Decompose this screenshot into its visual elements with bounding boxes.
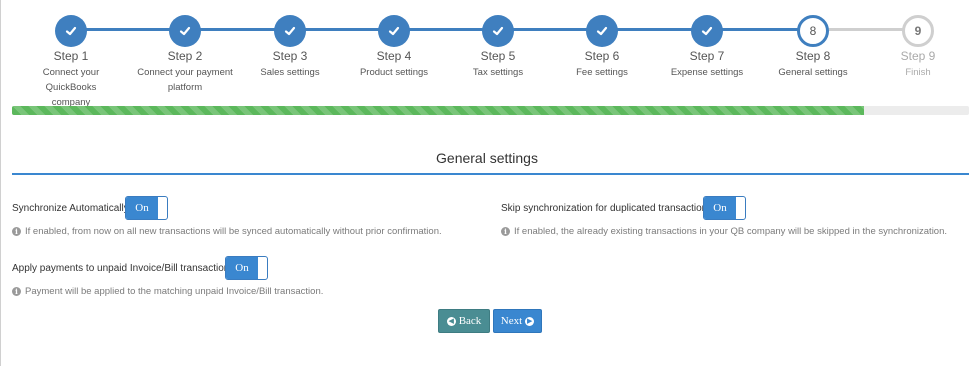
step-subtitle-line1: Expense settings [670,67,744,78]
step-subtitle: Sales settings [237,65,343,80]
step-subtitle: General settings [760,65,866,80]
step-3-check-icon [274,15,306,47]
back-button-label: Back [458,315,482,327]
step-subtitle: Fee settings [549,65,655,80]
step-subtitle-line1: Finish [905,67,931,78]
step-title: Step 1 [53,49,89,63]
wizard-progress-bar [12,106,969,115]
step-1-check-icon [55,15,87,47]
step-8-number: 8 [797,15,829,47]
skip-duplicates-hint: i If enabled, the already existing trans… [501,226,947,237]
next-button-label: Next [500,315,523,327]
step-subtitle-line1: Sales settings [260,67,320,78]
step-title: Step 4 [376,49,412,63]
skip-duplicates-toggle[interactable]: On [703,196,746,220]
hint-text: If enabled, the already existing transac… [514,226,948,237]
sync-auto-toggle[interactable]: On [125,196,168,220]
step-subtitle-line1: Connect your QuickBooks [42,67,100,93]
step-7-check-icon [691,15,723,47]
step-subtitle: Finish [865,65,971,80]
step-5-check-icon [482,15,514,47]
step-4-check-icon [378,15,410,47]
step-subtitle-line1: Tax settings [472,67,524,78]
step-subtitle-line2: platform [167,82,203,93]
step-9-number: 9 [902,15,934,47]
step-2-check-icon [169,15,201,47]
wizard-stepper: Step 1 Connect your QuickBooks company S… [0,0,974,108]
step-title: Step 9 [900,49,936,63]
next-button[interactable]: Next ▶ [493,309,542,333]
hint-text: Payment will be applied to the matching … [25,286,324,297]
info-icon: i [12,287,21,296]
sync-auto-hint: i If enabled, from now on all new transa… [12,226,442,237]
step-title: Step 7 [689,49,725,63]
step-subtitle: Connect your QuickBooks company [18,65,124,110]
step-title: Step 8 [795,49,831,63]
step-subtitle-line1: Product settings [359,67,429,78]
progress-bar-fill [12,106,864,115]
step-subtitle: Product settings [341,65,447,80]
toggle-on-label: On [704,197,736,219]
step-subtitle: Expense settings [654,65,760,80]
apply-payments-hint: i Payment will be applied to the matchin… [12,286,323,297]
arrow-circle-right-icon: ▶ [525,316,535,326]
back-button[interactable]: ◀ Back [438,309,490,333]
info-icon: i [501,227,510,236]
hint-text: If enabled, from now on all new transact… [25,226,442,237]
step-6-check-icon [586,15,618,47]
step-subtitle: Connect your payment platform [132,65,238,95]
sync-auto-label: Synchronize Automatically [12,203,129,214]
toggle-on-label: On [226,257,258,279]
apply-payments-toggle[interactable]: On [225,256,268,280]
section-divider [12,173,969,175]
arrow-circle-left-icon: ◀ [446,316,456,326]
step-subtitle-line1: Connect your payment [137,67,233,78]
step-subtitle: Tax settings [445,65,551,80]
step-title: Step 5 [480,49,516,63]
step-subtitle-line1: Fee settings [576,67,628,78]
section-title: General settings [436,150,538,166]
step-title: Step 6 [584,49,620,63]
skip-duplicates-label: Skip synchronization for duplicated tran… [501,203,713,214]
info-icon: i [12,227,21,236]
step-title: Step 3 [272,49,308,63]
step-title: Step 2 [167,49,203,63]
toggle-on-label: On [126,197,158,219]
apply-payments-label: Apply payments to unpaid Invoice/Bill tr… [12,263,235,274]
step-subtitle-line1: General settings [778,67,848,78]
